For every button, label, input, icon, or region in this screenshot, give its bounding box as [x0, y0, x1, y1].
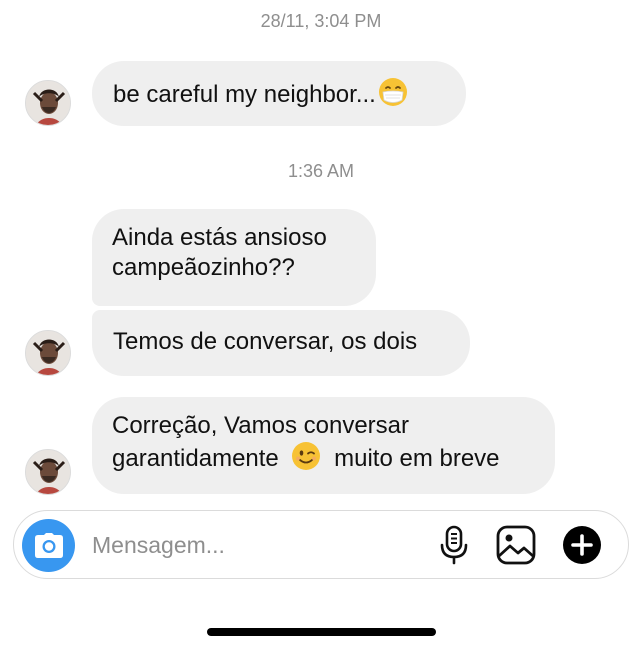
- message-bubble[interactable]: Ainda estás ansioso campeãozinho??: [92, 209, 376, 306]
- avatar[interactable]: [25, 330, 71, 376]
- message-text: Correção, Vamos conversar: [112, 412, 409, 439]
- plus-button[interactable]: [562, 525, 602, 565]
- avatar[interactable]: [25, 80, 71, 126]
- message-text: muito em breve: [334, 445, 500, 472]
- avatar[interactable]: [25, 449, 71, 495]
- microphone-button[interactable]: [434, 525, 474, 565]
- message-text-line: garantidamente muito em breve: [112, 441, 535, 474]
- message-input[interactable]: Mensagem...: [92, 531, 225, 559]
- message-text: campeãozinho??: [112, 254, 295, 281]
- camera-icon: [34, 532, 63, 558]
- message-text: Temos de conversar, os dois: [113, 328, 418, 355]
- gallery-icon: [496, 525, 536, 565]
- home-indicator: [207, 628, 436, 636]
- face-with-medical-mask-emoji: [378, 77, 408, 107]
- timestamp: 28/11, 3:04 PM: [260, 11, 382, 31]
- gallery-button[interactable]: [496, 525, 536, 565]
- message-bubble[interactable]: be careful my neighbor...: [92, 61, 466, 126]
- plus-icon: [563, 526, 601, 564]
- message-text: Ainda estás ansioso: [112, 224, 327, 251]
- avatar-image: [26, 81, 70, 125]
- avatar-image: [26, 450, 70, 494]
- message-bubble[interactable]: Temos de conversar, os dois: [92, 310, 470, 376]
- message-text: garantidamente: [112, 445, 279, 472]
- message-text: be careful my neighbor...: [113, 81, 376, 108]
- message-composer[interactable]: Mensagem...: [13, 510, 629, 579]
- microphone-icon: [440, 525, 468, 565]
- avatar-image: [26, 331, 70, 375]
- message-bubble[interactable]: Correção, Vamos conversar garantidamente…: [92, 397, 555, 494]
- winking-face-emoji: [291, 441, 321, 471]
- timestamp: 1:36 AM: [287, 161, 355, 181]
- camera-button[interactable]: [22, 519, 75, 572]
